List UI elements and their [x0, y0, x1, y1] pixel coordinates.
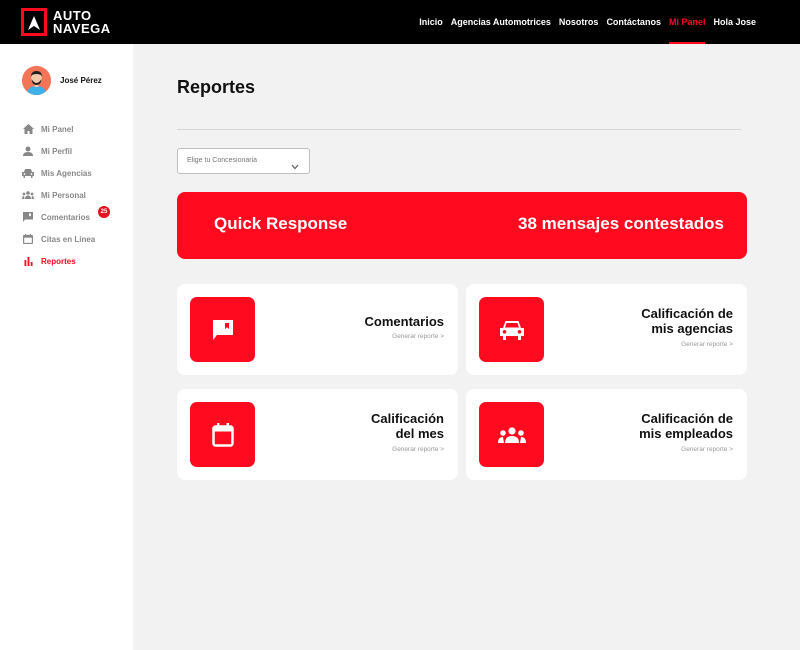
select-placeholder: Elige tu Concesionaria	[187, 157, 258, 164]
logo-text: AUTO NAVEGA	[53, 9, 111, 35]
generate-report-link[interactable]: Generar reporte >	[392, 446, 444, 453]
report-card-calificacion-mes[interactable]: Calificación del mes Generar reporte >	[177, 389, 458, 480]
report-card-calificacion-agencias[interactable]: Calificación de mis agencias Generar rep…	[466, 284, 747, 375]
quick-response-label: Quick Response	[214, 214, 348, 233]
comment-icon	[190, 297, 255, 362]
main-nav: Inicio Agencias Automotrices Nosotros Co…	[411, 0, 756, 44]
report-card-comentarios[interactable]: Comentarios Generar reporte >	[177, 284, 458, 375]
sidebar-item-label: Reportes	[41, 256, 76, 266]
sidebar-item-label: Mi Perfil	[41, 146, 73, 156]
divider	[177, 129, 741, 130]
top-navbar: AUTO NAVEGA Inicio Agencias Automotrices…	[0, 0, 800, 44]
sidebar-item-mi-panel[interactable]: Mi Panel	[22, 118, 95, 140]
sidebar-item-label: Mi Panel	[41, 124, 74, 134]
sidebar-item-label: Comentarios	[41, 212, 90, 222]
sidebar-item-label: Mis Agencias	[41, 168, 92, 178]
sidebar-item-mis-agencias[interactable]: Mis Agencias	[22, 162, 95, 184]
bar-chart-icon	[22, 255, 34, 267]
nav-contactanos[interactable]: Contáctanos	[606, 0, 661, 44]
generate-report-link[interactable]: Generar reporte >	[681, 446, 733, 453]
quick-response-banner: Quick Response 38 mensajes contestados	[177, 192, 747, 259]
calendar-icon	[190, 402, 255, 467]
generate-report-link[interactable]: Generar reporte >	[392, 333, 444, 340]
sidebar-item-reportes[interactable]: Reportes	[22, 250, 95, 272]
logo-mark-icon	[21, 8, 47, 36]
comments-count-badge: 25	[98, 206, 110, 218]
card-title: Calificación de mis agencias	[641, 306, 733, 336]
generate-report-link[interactable]: Generar reporte >	[681, 341, 733, 348]
logo-line-2: NAVEGA	[53, 21, 111, 36]
sidebar-item-mi-perfil[interactable]: Mi Perfil	[22, 140, 95, 162]
report-card-calificacion-empleados[interactable]: Calificación de mis empleados Generar re…	[466, 389, 747, 480]
page-title: Reportes	[177, 77, 256, 97]
avatar	[22, 66, 51, 95]
card-title: Calificación de mis empleados	[639, 411, 733, 441]
group-icon	[22, 189, 34, 201]
sidebar-item-label: Citas en Línea	[41, 234, 96, 244]
card-title: Comentarios	[364, 314, 444, 329]
autonavega-logo[interactable]: AUTO NAVEGA	[21, 8, 111, 36]
home-icon	[22, 123, 34, 135]
car-icon	[479, 297, 544, 362]
sidebar-item-comentarios[interactable]: Comentarios 25	[22, 206, 110, 228]
chevron-down-icon	[291, 157, 299, 181]
person-icon	[22, 145, 34, 157]
nav-mi-panel[interactable]: Mi Panel	[668, 0, 705, 44]
group-icon	[479, 402, 544, 467]
user-profile[interactable]: José Pérez	[22, 66, 102, 95]
sidebar-item-label: Mi Personal	[41, 190, 86, 200]
calendar-icon	[22, 233, 34, 245]
concesionaria-select[interactable]: Elige tu Concesionaria	[177, 148, 310, 174]
quick-response-value: 38 mensajes contestados	[518, 214, 724, 233]
sidebar-item-mi-personal[interactable]: Mi Personal	[22, 184, 95, 206]
sidebar-menu: Mi Panel Mi Perfil Mis Agencias Mi Perso…	[22, 118, 110, 272]
car-icon	[22, 167, 34, 179]
sidebar-item-citas-en-linea[interactable]: Citas en Línea	[22, 228, 95, 250]
card-title: Calificación del mes	[371, 411, 444, 441]
nav-nosotros[interactable]: Nosotros	[559, 0, 599, 44]
nav-user-greeting[interactable]: Hola Jose	[713, 0, 756, 44]
profile-name: José Pérez	[60, 76, 102, 85]
nav-agencias-automotrices[interactable]: Agencias Automotrices	[451, 0, 551, 44]
nav-inicio[interactable]: Inicio	[419, 0, 443, 44]
comment-icon	[22, 211, 34, 223]
sidebar: José Pérez Mi Panel Mi Perfil Mis Agenci…	[0, 44, 133, 650]
